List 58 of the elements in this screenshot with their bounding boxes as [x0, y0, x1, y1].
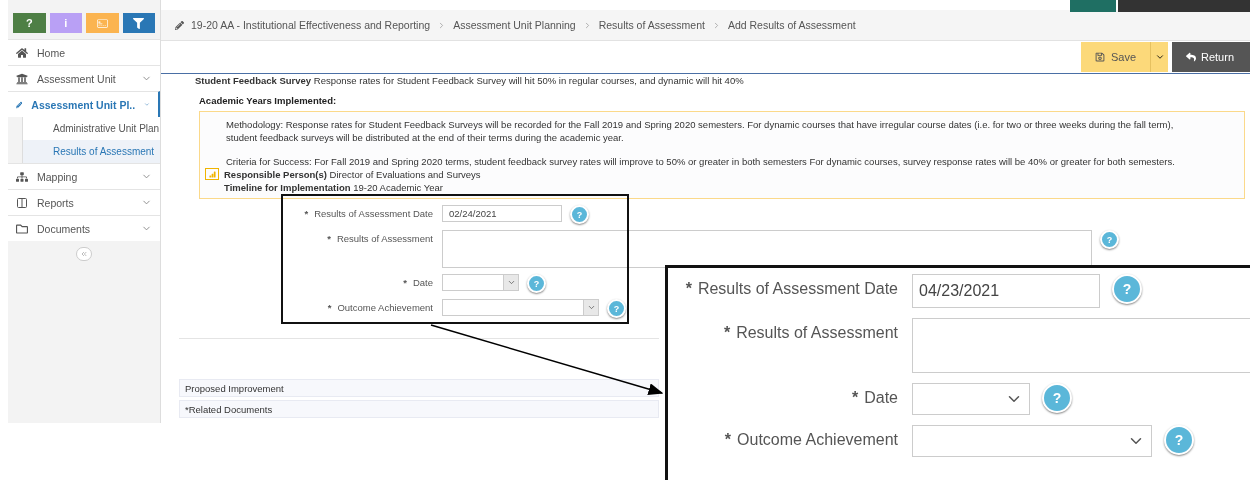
caret-button[interactable] — [1150, 42, 1168, 72]
section-heading: Academic Years Implemented: — [198, 94, 338, 106]
panel-header[interactable]: Proposed Improvement — [179, 379, 659, 397]
detail-text: Responsible Person(s) Director of Evaluations and Surveys — [224, 168, 482, 181]
field-label: * Results of Assessment — [326, 232, 433, 246]
sidebar-subitem[interactable]: Results of Assessment — [22, 140, 160, 163]
breadcrumb-link[interactable]: 19-20 AA - Institutional Effectiveness and Reporting — [191, 19, 431, 31]
dropdown[interactable] — [442, 274, 519, 291]
survey-text: Student Feedback Survey Response rates for Student Feedback Survey will hit 50% in regular courses, and dynamic will hit 40% — [195, 75, 744, 86]
sidebar-item[interactable]: Mapping — [8, 163, 160, 189]
return-button[interactable]: Return — [1172, 42, 1250, 72]
sidebar-item[interactable]: Documents — [8, 215, 160, 241]
dropdown[interactable] — [912, 383, 1030, 415]
top-tab[interactable] — [1070, 0, 1116, 12]
filter-icon — [133, 17, 145, 29]
help-button[interactable]: ? — [13, 13, 46, 33]
dropdown[interactable] — [442, 299, 599, 316]
top-tab[interactable] — [1118, 0, 1250, 12]
chevron-down-icon — [586, 303, 596, 312]
panel-header[interactable]: *Related Documents — [179, 400, 659, 418]
sidebar-subitem[interactable]: Administrative Unit Plan — [22, 117, 160, 140]
sidebar-item[interactable]: Home — [8, 39, 160, 65]
field-label: * Outcome Achievement — [723, 430, 898, 450]
date-field[interactable]: 04/23/2021 — [912, 274, 1100, 308]
save-button[interactable]: Save — [1080, 42, 1150, 72]
card-icon — [96, 17, 108, 29]
return-icon — [1186, 52, 1196, 62]
save-icon — [1094, 52, 1105, 62]
caret-icon — [1154, 52, 1165, 62]
pencil-icon — [175, 20, 184, 30]
date-field[interactable]: 02/24/2021 — [442, 205, 562, 222]
sidebar-item[interactable]: Reports — [8, 189, 160, 215]
sidebar-item[interactable]: Assessment Unit — [8, 65, 160, 91]
chevron-down-icon — [506, 278, 516, 287]
sitemap-icon — [16, 170, 28, 183]
sidebar-item[interactable]: Assessment Unit Pl.. — [8, 91, 160, 117]
breadcrumb-link[interactable]: Results of Assessment — [598, 19, 705, 31]
columns-icon — [16, 196, 28, 209]
field-label: * Results of Assessment Date — [303, 207, 433, 221]
field-label: * Results of Assessment — [722, 323, 898, 343]
breadcrumb-link[interactable]: Add Results of Assessment — [727, 19, 856, 31]
text-area[interactable] — [442, 230, 1092, 268]
bank-icon — [16, 72, 28, 85]
folder-icon — [16, 222, 28, 235]
home-icon — [16, 46, 28, 59]
collapse-button[interactable] — [76, 247, 92, 261]
dropdown[interactable] — [912, 425, 1152, 457]
field-label: * Results of Assessment Date — [684, 279, 898, 299]
methodology-text: Methodology: Response rates for Student Feedback Surveys will be recorded for the Fall 2019 and Spring 2020 semesters. For dynamic courses that have irregular course dates (i.e. for two or three weeks during the fall term), student feedback surveys will be distributed at the end of their terms during the academic year. — [226, 118, 1175, 144]
field-label: * Outcome Achievement — [326, 301, 433, 315]
detail-text: Timeline for Implementation 19-20 Academic Year — [224, 181, 444, 194]
field-label: * Date — [402, 276, 433, 290]
bar-chart-icon — [205, 168, 219, 180]
criteria-text: Criteria for Success: For Fall 2019 and Spring 2020 terms, student feedback survey rates will improve to 50% or greater in both semesters For dynamic courses, survey response rates will be 40% or greater for both semesters. — [226, 155, 1176, 168]
breadcrumb-link[interactable]: Assessment Unit Planning — [453, 19, 576, 31]
filter-button[interactable] — [122, 13, 155, 33]
double-chevron-left-icon — [80, 250, 88, 258]
field-label: * Date — [850, 388, 898, 408]
